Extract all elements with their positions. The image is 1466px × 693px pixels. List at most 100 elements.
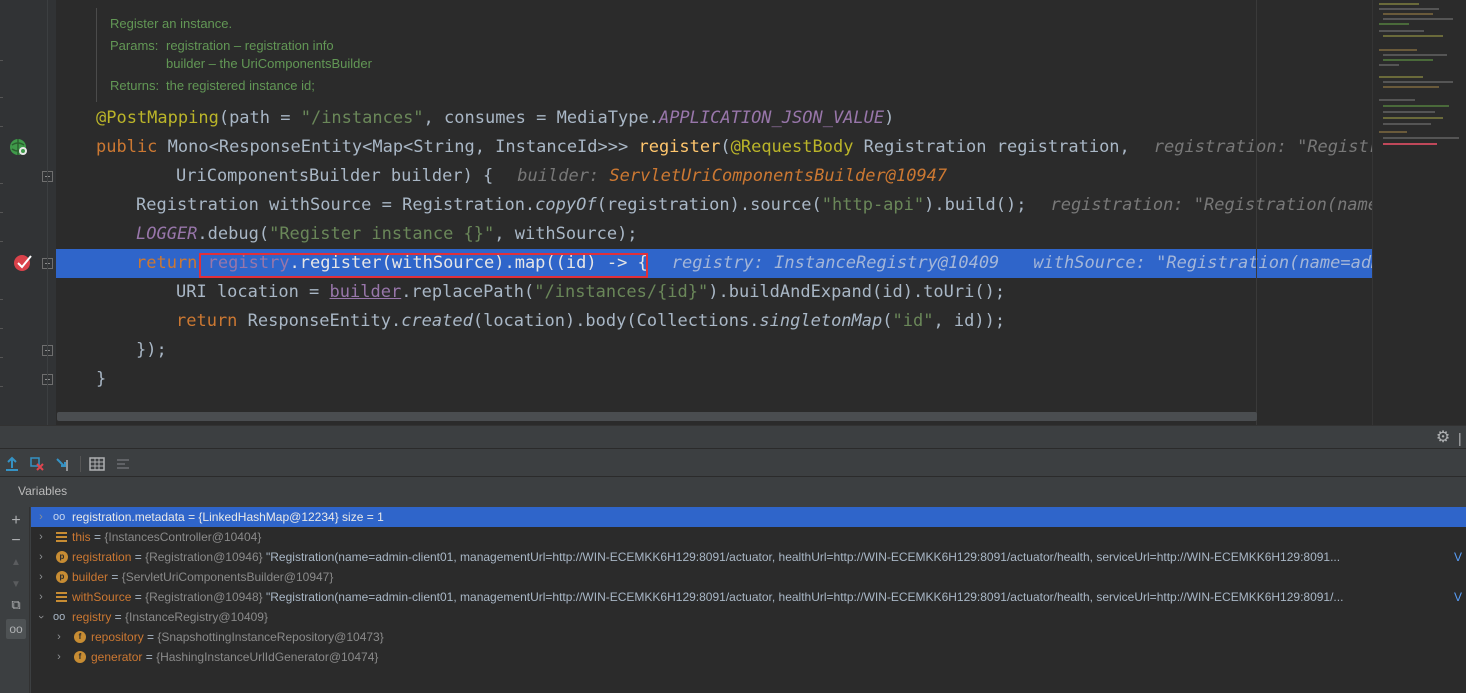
expand-arrow-icon[interactable]: ›	[35, 507, 47, 527]
hint-value: ServletUriComponentsBuilder@10947	[609, 166, 948, 186]
annotation: @PostMapping	[96, 108, 219, 128]
minimap-line	[1379, 30, 1424, 32]
hint-name: registration:	[1153, 137, 1298, 157]
expand-arrow-icon[interactable]: ›	[53, 627, 65, 647]
variable-type: {InstancesController@10404}	[104, 530, 262, 544]
equals-sign: =	[131, 550, 146, 564]
equals-sign: =	[108, 570, 122, 584]
minimap-line	[1379, 49, 1417, 51]
variable-row[interactable]: › oo registration.metadata = {LinkedHash…	[31, 507, 1466, 527]
static-method: created	[401, 311, 473, 331]
gutter-tick	[0, 126, 3, 127]
add-watch-icon[interactable]: +	[6, 511, 26, 531]
expand-arrow-icon[interactable]: ›	[53, 647, 65, 667]
expand-arrow-icon[interactable]: ›	[35, 547, 47, 567]
drop-frame-icon[interactable]	[28, 455, 46, 473]
minimap-line	[1379, 99, 1415, 101]
gutter-tick	[0, 60, 3, 61]
minimap-line	[1383, 18, 1453, 20]
code-editor[interactable]: Register an instance. Params: registrati…	[0, 0, 1466, 425]
variable-row[interactable]: › withSource = {Registration@10948} "Reg…	[31, 587, 1466, 607]
collapse-arrow-icon[interactable]: ›	[31, 611, 51, 623]
debug-panel-header: ⚙ |	[0, 425, 1466, 449]
web-endpoint-icon[interactable]	[9, 138, 29, 158]
object-lines-icon	[56, 532, 67, 542]
variable-type: {SnapshottingInstanceRepository@10473}	[157, 630, 384, 644]
minimap-line	[1383, 54, 1447, 56]
code-line[interactable]: }	[56, 365, 1374, 394]
doc-param-registration: registration – registration info	[166, 38, 334, 53]
string-literal: "/instances/{id}"	[534, 282, 709, 302]
variable-value: "Registration(name=admin-client01, manag…	[262, 550, 1341, 564]
field-icon: f	[74, 651, 86, 663]
right-margin-guide	[1256, 0, 1257, 425]
debug-panel[interactable]: ⚙ | Variables + − ▲ ▼ ⧉ oo › oo registra…	[0, 425, 1466, 693]
equals-sign: =	[131, 590, 146, 604]
evaluate-expression-icon[interactable]	[88, 455, 106, 473]
code-line[interactable]: @PostMapping(path = "/instances", consum…	[56, 104, 1374, 133]
hint-name: builder:	[517, 166, 610, 186]
keyword: return	[176, 311, 248, 331]
variable-type: {Registration@10948}	[145, 590, 263, 604]
variables-tree[interactable]: › oo registration.metadata = {LinkedHash…	[31, 507, 1466, 693]
expand-arrow-icon[interactable]: ›	[35, 587, 47, 607]
move-down-icon[interactable]: ▼	[6, 575, 26, 595]
inline-value-hint: withSource: "Registration(name=admin	[1033, 253, 1374, 273]
variable-value: size = 1	[338, 510, 384, 524]
minimap-line	[1383, 81, 1453, 83]
captured-variable: builder	[329, 282, 402, 302]
code-text: , id));	[933, 311, 1006, 331]
code-line[interactable]: LOGGER.debug("Register instance {}", wit…	[56, 220, 1374, 249]
horizontal-scrollbar[interactable]	[57, 412, 1257, 421]
inline-value-hint: registration: "Registrat	[1130, 137, 1374, 157]
watches-toggle-icon[interactable]: oo	[6, 619, 26, 639]
code-line[interactable]: URI location = builder.replacePath("/ins…	[56, 278, 1374, 307]
method-name: register	[638, 137, 721, 157]
gear-icon[interactable]: ⚙	[1434, 429, 1452, 447]
code-line[interactable]: return ResponseEntity.created(location).…	[56, 307, 1374, 336]
gutter-tick	[0, 299, 3, 300]
code-minimap[interactable]	[1372, 0, 1466, 425]
copy-icon[interactable]: ⧉	[6, 595, 26, 615]
view-link[interactable]: V	[1454, 587, 1462, 607]
expand-arrow-icon[interactable]: ›	[35, 527, 47, 547]
variable-row[interactable]: › f generator = {HashingInstanceUrlIdGen…	[31, 647, 1466, 667]
code-line[interactable]: });	[56, 336, 1374, 365]
code-text: , consumes = MediaType.	[423, 108, 659, 128]
code-text: (	[882, 311, 893, 331]
variables-side-toolbar: + − ▲ ▼ ⧉ oo	[0, 507, 30, 693]
code-line[interactable]: public Mono<ResponseEntity<Map<String, I…	[56, 133, 1374, 162]
minimap-line	[1383, 111, 1435, 113]
gutter-tick	[0, 183, 3, 184]
code-text: UriComponentsBuilder builder) {	[176, 166, 494, 186]
trace-icon[interactable]	[114, 455, 132, 473]
minimap-line	[1379, 131, 1407, 133]
variable-row[interactable]: › f repository = {SnapshottingInstanceRe…	[31, 627, 1466, 647]
expand-arrow-icon[interactable]: ›	[35, 567, 47, 587]
minimap-line	[1379, 23, 1409, 25]
code-line[interactable]: UriComponentsBuilder builder) {builder: …	[56, 162, 1374, 191]
hide-panel-icon[interactable]: |	[1458, 429, 1466, 447]
code-line[interactable]: Registration withSource = Registration.c…	[56, 191, 1374, 220]
variable-row[interactable]: › p builder = {ServletUriComponentsBuild…	[31, 567, 1466, 587]
variable-row[interactable]: › oo registry = {InstanceRegistry@10409}	[31, 607, 1466, 627]
breakpoint-icon[interactable]	[13, 253, 35, 273]
remove-watch-icon[interactable]: −	[6, 531, 26, 551]
logger-constant: LOGGER	[136, 224, 198, 244]
show-execution-point-icon[interactable]	[3, 455, 21, 473]
run-to-cursor-icon[interactable]	[54, 455, 72, 473]
variable-type: {InstanceRegistry@10409}	[125, 610, 268, 624]
equals-sign: =	[142, 650, 157, 664]
fold-line	[47, 0, 48, 425]
string-literal: "Register instance {}"	[269, 224, 495, 244]
variable-row[interactable]: › p registration = {Registration@10946} …	[31, 547, 1466, 567]
string-literal: "http-api"	[821, 195, 925, 215]
variables-panel-title: Variables	[18, 484, 68, 498]
variable-row[interactable]: › this = {InstancesController@10404}	[31, 527, 1466, 547]
code-text: ).buildAndExpand(id).toUri();	[708, 282, 1006, 302]
current-execution-line[interactable]: return registry.register(withSource).map…	[56, 249, 1374, 278]
doc-params-label: Params:	[110, 38, 159, 53]
minimap-line	[1379, 64, 1399, 66]
move-up-icon[interactable]: ▲	[6, 553, 26, 573]
view-link[interactable]: V	[1454, 547, 1462, 567]
